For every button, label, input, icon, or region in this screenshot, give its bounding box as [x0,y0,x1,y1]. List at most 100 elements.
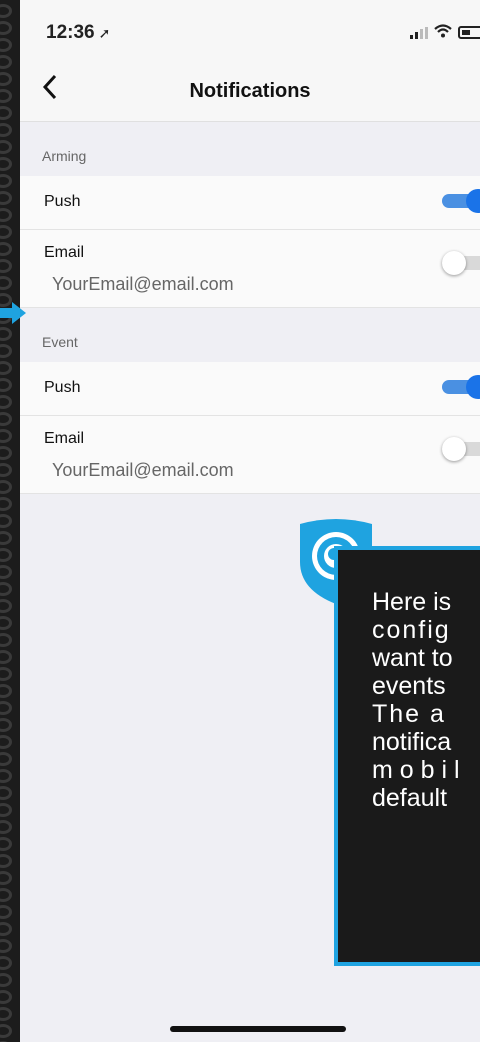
binder-ring [0,701,12,715]
section-title: Event [42,334,78,350]
binder-ring [0,395,12,409]
binder-ring [0,820,12,834]
binder-ring [0,718,12,732]
section-title: Arming [42,148,87,164]
binder-ring [0,837,12,851]
arming-push-row[interactable]: Push [20,176,480,230]
binder-ring-strip [0,0,22,1042]
section-header-event: Event [20,308,480,362]
binder-ring [0,769,12,783]
arrow-right-icon [0,302,26,324]
binder-ring [0,684,12,698]
binder-ring [0,990,12,1004]
binder-ring [0,599,12,613]
signal-icon [410,26,428,39]
callout-line: m o b i l [372,756,460,784]
binder-ring [0,616,12,630]
binder-ring [0,531,12,545]
binder-ring [0,242,12,256]
binder-ring [0,514,12,528]
binder-ring [0,157,12,171]
event-email-toggle[interactable] [442,437,480,461]
callout-line: default [372,784,448,812]
email-label: Email [44,244,85,261]
callout-line: want to [372,644,453,672]
nav-bar: Notifications [20,62,480,122]
status-bar: 12:36 ➚ [20,0,480,62]
callout-line: events [372,672,446,700]
binder-ring [0,1024,12,1038]
binder-ring [0,55,12,69]
binder-ring [0,735,12,749]
binder-ring [0,174,12,188]
binder-ring [0,565,12,579]
home-indicator[interactable] [170,1026,346,1032]
binder-ring [0,123,12,137]
binder-ring [0,89,12,103]
arming-email-row[interactable]: Email YourEmail@email.com [20,230,480,308]
binder-ring [0,752,12,766]
status-icons [410,24,480,41]
binder-ring [0,361,12,375]
callout-text: Here is config want to events The a notifica m… [372,588,480,812]
binder-ring [0,633,12,647]
time-text: 12:36 [46,22,95,43]
binder-ring [0,1007,12,1021]
binder-ring [0,259,12,273]
binder-ring [0,106,12,120]
binder-ring [0,650,12,664]
push-label: Push [44,193,81,210]
binder-ring [0,956,12,970]
binder-ring [0,667,12,681]
binder-ring [0,72,12,86]
binder-ring [0,276,12,290]
binder-ring [0,38,12,52]
binder-ring [0,922,12,936]
event-push-row[interactable]: Push [20,362,480,416]
arming-push-toggle[interactable] [442,189,480,213]
binder-ring [0,446,12,460]
section-header-arming: Arming [20,122,480,176]
callout-line: config [372,616,451,644]
email-address: YourEmail@email.com [52,460,234,480]
binder-ring [0,973,12,987]
binder-ring [0,208,12,222]
binder-ring [0,939,12,953]
event-push-toggle[interactable] [442,375,480,399]
email-label: Email [44,430,85,447]
battery-icon [458,26,480,39]
tutorial-callout: Here is config want to events The a notifica m… [334,546,480,966]
callout-line: notifica [372,728,452,756]
binder-ring [0,480,12,494]
binder-ring [0,497,12,511]
wifi-icon [434,24,452,41]
callout-line: The a [372,700,446,728]
event-email-row[interactable]: Email YourEmail@email.com [20,416,480,494]
binder-ring [0,344,12,358]
binder-ring [0,803,12,817]
location-arrow-icon: ➚ [98,25,111,41]
email-address: YourEmail@email.com [52,274,234,294]
arming-email-toggle[interactable] [442,251,480,275]
binder-ring [0,429,12,443]
binder-ring [0,854,12,868]
binder-ring [0,905,12,919]
page-title: Notifications [189,80,311,102]
binder-ring [0,412,12,426]
binder-ring [0,378,12,392]
binder-ring [0,463,12,477]
binder-ring [0,888,12,902]
push-label: Push [44,379,81,396]
binder-ring [0,21,12,35]
binder-ring [0,4,12,18]
callout-line: Here is [372,588,452,616]
binder-ring [0,786,12,800]
binder-ring [0,548,12,562]
binder-ring [0,327,12,341]
binder-ring [0,191,12,205]
binder-ring [0,140,12,154]
binder-ring [0,582,12,596]
status-time: 12:36 ➚ [46,22,110,44]
binder-ring [0,225,12,239]
binder-ring [0,871,12,885]
